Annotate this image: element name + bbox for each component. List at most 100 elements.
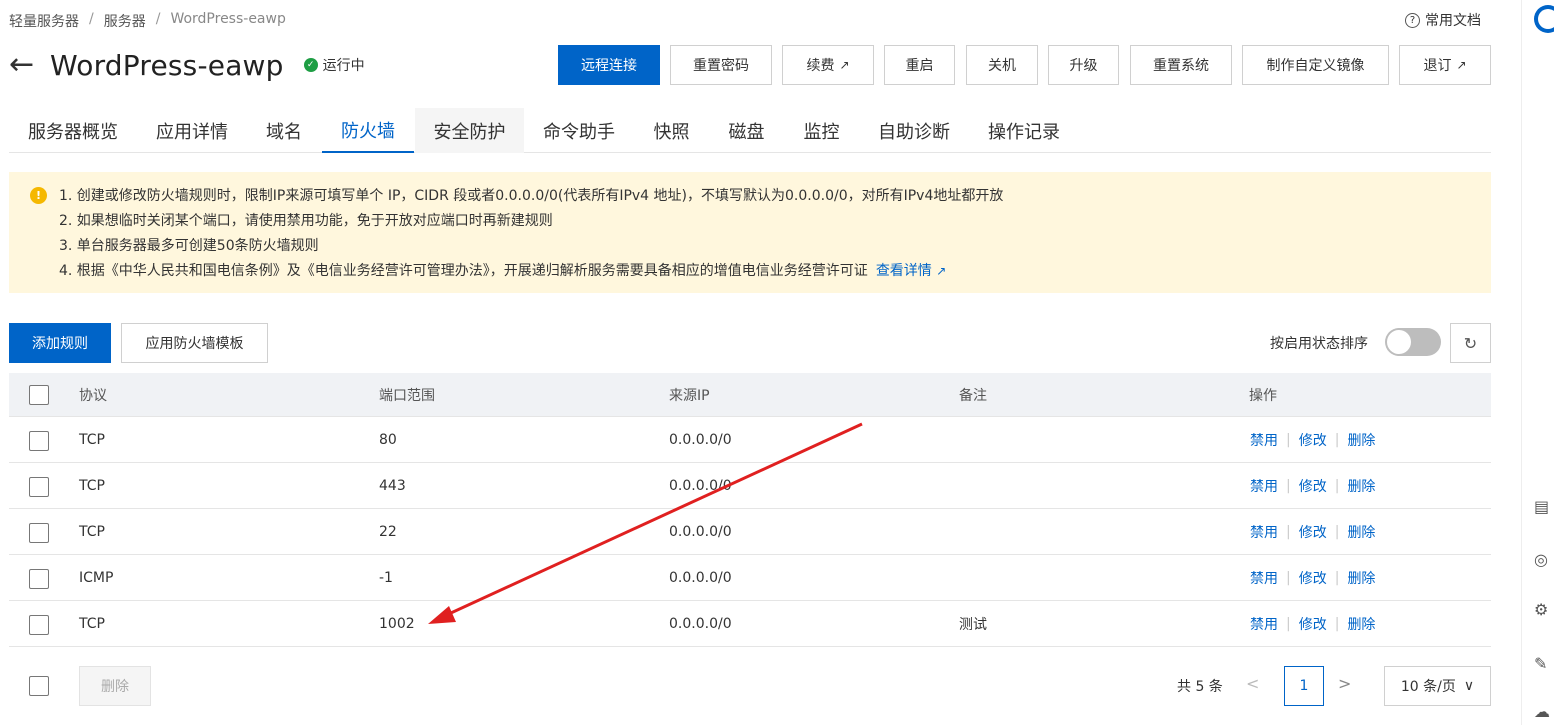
document-icon[interactable]: ▤ <box>1534 495 1554 517</box>
divider: | <box>1286 431 1291 448</box>
unsubscribe-button[interactable]: 退订 ↗ <box>1399 45 1491 85</box>
next-page-icon[interactable]: > <box>1338 674 1351 693</box>
tab-server-overview[interactable]: 服务器概览 <box>9 108 137 153</box>
row-checkbox[interactable] <box>29 569 49 589</box>
cell-source-ip: 0.0.0.0/0 <box>669 477 732 494</box>
edit-link[interactable]: 修改 <box>1299 568 1327 588</box>
divider: | <box>1334 615 1340 632</box>
restart-button[interactable]: 重启 <box>884 45 955 85</box>
batch-delete-button[interactable]: 删除 <box>79 666 151 706</box>
page: 轻量服务器 / 服务器 / WordPress-eawp ? 常用文档 ← Wo… <box>0 0 1554 725</box>
cell-port-range: 80 <box>379 431 397 448</box>
total-count: 共 5 条 <box>1177 679 1223 695</box>
create-image-button[interactable]: 制作自定义镜像 <box>1242 45 1389 85</box>
edit-link[interactable]: 修改 <box>1299 522 1327 542</box>
divider: | <box>1334 523 1340 540</box>
tab-firewall[interactable]: 防火墙 <box>322 108 414 153</box>
cell-port-range: 22 <box>379 523 397 540</box>
support-icon[interactable]: ◎ <box>1534 548 1554 570</box>
renew-label: 续费 <box>806 58 835 74</box>
remote-connect-button[interactable]: 远程连接 <box>558 45 660 85</box>
cell-actions: 禁用 | 修改 | 删除 <box>1250 555 1375 600</box>
cloud-icon[interactable]: ☁ <box>1534 700 1554 722</box>
remote-connect-label: 远程连接 <box>581 58 637 74</box>
tab-security[interactable]: 安全防护 <box>415 108 524 153</box>
divider: | <box>1334 477 1340 494</box>
table-row: ICMP -1 0.0.0.0/0 禁用 | 修改 | 删除 <box>9 555 1491 601</box>
reset-system-label: 重置系统 <box>1153 58 1209 74</box>
question-icon: ? <box>1405 12 1420 28</box>
page-size-select[interactable]: 10 条/页 ∨ <box>1384 666 1491 706</box>
tab-operation-log[interactable]: 操作记录 <box>969 108 1079 153</box>
add-rule-button[interactable]: 添加规则 <box>9 323 111 363</box>
row-checkbox[interactable] <box>29 523 49 543</box>
check-circle-icon: ✓ <box>303 58 318 72</box>
cell-actions: 禁用 | 修改 | 删除 <box>1250 417 1375 462</box>
disable-link[interactable]: 禁用 <box>1250 568 1278 588</box>
tab-snapshot[interactable]: 快照 <box>634 108 709 153</box>
tab-monitoring[interactable]: 监控 <box>784 108 859 153</box>
table-row: TCP 80 0.0.0.0/0 禁用 | 修改 | 删除 <box>9 417 1491 463</box>
firewall-rules-table: 协议 端口范围 来源IP 备注 操作 TCP 80 0.0.0.0/0 禁用 | 修改 | 删… <box>9 373 1491 647</box>
tab-self-diagnosis[interactable]: 自助诊断 <box>859 108 969 153</box>
disable-link[interactable]: 禁用 <box>1250 522 1278 542</box>
disable-link[interactable]: 禁用 <box>1250 476 1278 496</box>
cell-actions: 禁用 | 修改 | 删除 <box>1250 601 1375 646</box>
header-port-range: 端口范围 <box>379 387 435 404</box>
delete-link[interactable]: 删除 <box>1347 476 1375 496</box>
status-text: 运行中 <box>322 58 365 74</box>
external-link-icon: ↗ <box>839 58 850 72</box>
cell-source-ip: 0.0.0.0/0 <box>669 431 732 448</box>
gear-icon[interactable]: ⚙ <box>1534 598 1554 620</box>
delete-link[interactable]: 删除 <box>1347 430 1375 450</box>
edit-icon[interactable]: ✎ <box>1534 652 1554 674</box>
delete-link[interactable]: 删除 <box>1347 614 1375 634</box>
tab-disk[interactable]: 磁盘 <box>709 108 784 153</box>
help-docs-link[interactable]: ? 常用文档 <box>1405 10 1481 30</box>
upgrade-label: 升级 <box>1069 58 1098 74</box>
chevron-down-icon: ∨ <box>1463 678 1475 694</box>
tab-command-helper[interactable]: 命令助手 <box>524 108 634 153</box>
tab-domain[interactable]: 域名 <box>247 108 321 153</box>
refresh-button[interactable]: ↻ <box>1450 323 1491 363</box>
notice-line: 2. 如果想临时关闭某个端口，请使用禁用功能，免于开放对应端口时再新建规则 <box>59 213 553 229</box>
delete-link[interactable]: 删除 <box>1347 568 1375 588</box>
edit-link[interactable]: 修改 <box>1299 614 1327 634</box>
breadcrumb-item-light-server[interactable]: 轻量服务器 <box>9 11 79 31</box>
edit-link[interactable]: 修改 <box>1299 430 1327 450</box>
toggle-knob <box>1387 330 1411 354</box>
row-checkbox[interactable] <box>29 431 49 451</box>
edit-link[interactable]: 修改 <box>1299 476 1327 496</box>
breadcrumb-separator: / <box>89 11 94 27</box>
table-row: TCP 443 0.0.0.0/0 禁用 | 修改 | 删除 <box>9 463 1491 509</box>
delete-link[interactable]: 删除 <box>1347 522 1375 542</box>
disable-link[interactable]: 禁用 <box>1250 430 1278 450</box>
breadcrumb: 轻量服务器 / 服务器 / WordPress-eawp <box>9 11 286 31</box>
divider: | <box>1286 569 1291 586</box>
breadcrumb-item-server[interactable]: 服务器 <box>104 11 146 31</box>
back-arrow-icon[interactable]: ← <box>9 46 43 84</box>
assistant-logo-icon[interactable] <box>1534 5 1554 33</box>
reset-password-button[interactable]: 重置密码 <box>670 45 772 85</box>
shutdown-button[interactable]: 关机 <box>966 45 1038 85</box>
table-row: TCP 22 0.0.0.0/0 禁用 | 修改 | 删除 <box>9 509 1491 555</box>
header-source-ip: 来源IP <box>669 387 710 404</box>
sort-by-status-toggle[interactable] <box>1385 328 1441 356</box>
reset-system-button[interactable]: 重置系统 <box>1130 45 1232 85</box>
prev-page-icon[interactable]: < <box>1246 674 1259 693</box>
row-checkbox[interactable] <box>29 477 49 497</box>
cell-note: 测试 <box>959 616 987 633</box>
apply-template-button[interactable]: 应用防火墙模板 <box>121 323 268 363</box>
view-details-link[interactable]: 查看详情 ↗ <box>876 263 947 279</box>
current-page[interactable]: 1 <box>1284 666 1324 706</box>
row-checkbox[interactable] <box>29 615 49 635</box>
disable-link[interactable]: 禁用 <box>1250 614 1278 634</box>
select-all-checkbox[interactable] <box>29 385 49 405</box>
table-header: 协议 端口范围 来源IP 备注 操作 <box>9 373 1491 417</box>
tab-app-details[interactable]: 应用详情 <box>137 108 247 153</box>
footer-select-all-checkbox[interactable] <box>29 676 49 696</box>
upgrade-button[interactable]: 升级 <box>1048 45 1119 85</box>
cell-protocol: TCP <box>79 523 105 540</box>
cell-actions: 禁用 | 修改 | 删除 <box>1250 463 1375 508</box>
renew-button[interactable]: 续费 ↗ <box>782 45 874 85</box>
